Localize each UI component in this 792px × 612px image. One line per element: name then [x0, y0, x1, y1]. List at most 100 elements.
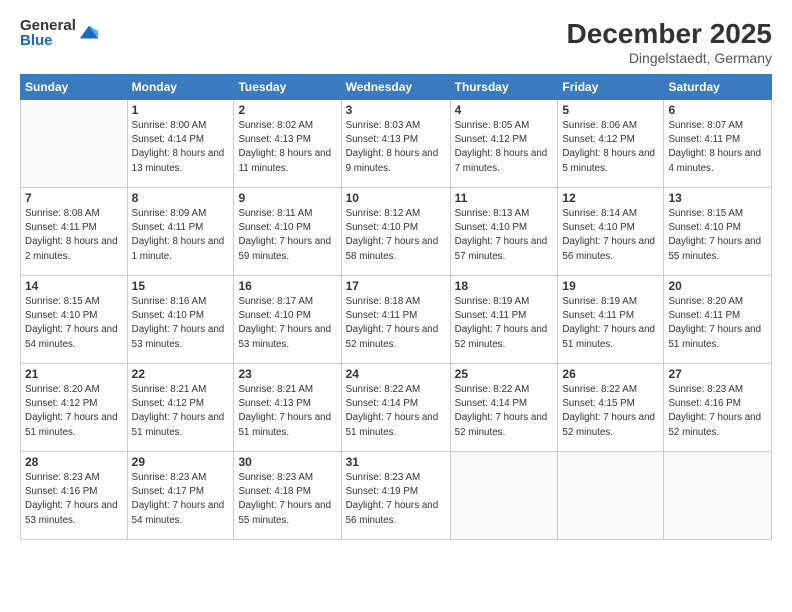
cell-info: Sunrise: 8:07 AM Sunset: 4:11 PM Dayligh…: [668, 119, 767, 176]
day-number: 6: [668, 103, 767, 117]
cell-info: Sunrise: 8:05 AM Sunset: 4:12 PM Dayligh…: [455, 119, 554, 176]
cell-info: Sunrise: 8:22 AM Sunset: 4:14 PM Dayligh…: [346, 383, 446, 440]
day-number: 10: [346, 191, 446, 205]
table-row: [21, 100, 128, 188]
day-number: 2: [238, 103, 336, 117]
header: General Blue December 2025 Dingelstaedt,…: [20, 18, 772, 66]
table-row: 20Sunrise: 8:20 AM Sunset: 4:11 PM Dayli…: [664, 276, 772, 364]
day-number: 30: [238, 455, 336, 469]
cell-info: Sunrise: 8:17 AM Sunset: 4:10 PM Dayligh…: [238, 295, 336, 352]
calendar-week-row: 21Sunrise: 8:20 AM Sunset: 4:12 PM Dayli…: [21, 364, 772, 452]
table-row: [450, 452, 558, 540]
day-number: 4: [455, 103, 554, 117]
table-row: 15Sunrise: 8:16 AM Sunset: 4:10 PM Dayli…: [127, 276, 234, 364]
cell-info: Sunrise: 8:23 AM Sunset: 4:19 PM Dayligh…: [346, 471, 446, 528]
table-row: 4 Sunrise: 8:05 AM Sunset: 4:12 PM Daylig…: [450, 100, 558, 188]
cell-info: Sunrise: 8:23 AM Sunset: 4:16 PM Dayligh…: [25, 471, 123, 528]
table-row: 5 Sunrise: 8:06 AM Sunset: 4:12 PM Daylig…: [558, 100, 664, 188]
table-row: 28 Sunrise: 8:23 AM Sunset: 4:16 PM Dayli…: [21, 452, 128, 540]
calendar-body: 1Sunrise: 8:00 AM Sunset: 4:14 PM Daylig…: [21, 100, 772, 540]
table-row: 6 Sunrise: 8:07 AM Sunset: 4:11 PM Daylig…: [664, 100, 772, 188]
table-row: 24 Sunrise: 8:22 AM Sunset: 4:14 PM Dayli…: [341, 364, 450, 452]
table-row: 8 Sunrise: 8:09 AM Sunset: 4:11 PM Daylig…: [127, 188, 234, 276]
table-row: 23Sunrise: 8:21 AM Sunset: 4:13 PM Dayli…: [234, 364, 341, 452]
logo-blue: Blue: [20, 33, 76, 48]
cell-info: Sunrise: 8:03 AM Sunset: 4:13 PM Dayligh…: [346, 119, 446, 176]
cell-info: Sunrise: 8:09 AM Sunset: 4:11 PM Dayligh…: [132, 207, 230, 264]
day-number: 24: [346, 367, 446, 381]
day-number: 16: [238, 279, 336, 293]
cell-info: Sunrise: 8:18 AM Sunset: 4:11 PM Dayligh…: [346, 295, 446, 352]
day-number: 22: [132, 367, 230, 381]
cell-info: Sunrise: 8:02 AM Sunset: 4:13 PM Dayligh…: [238, 119, 336, 176]
day-number: 8: [132, 191, 230, 205]
col-sunday: Sunday: [21, 75, 128, 100]
table-row: 12 Sunrise: 8:14 AM Sunset: 4:10 PM Dayli…: [558, 188, 664, 276]
table-row: 31 Sunrise: 8:23 AM Sunset: 4:19 PM Dayli…: [341, 452, 450, 540]
cell-info: Sunrise: 8:12 AM Sunset: 4:10 PM Dayligh…: [346, 207, 446, 264]
calendar-week-row: 1Sunrise: 8:00 AM Sunset: 4:14 PM Daylig…: [21, 100, 772, 188]
cell-info: Sunrise: 8:13 AM Sunset: 4:10 PM Dayligh…: [455, 207, 554, 264]
table-row: [664, 452, 772, 540]
day-number: 9: [238, 191, 336, 205]
day-number: 17: [346, 279, 446, 293]
table-row: 2 Sunrise: 8:02 AM Sunset: 4:13 PM Daylig…: [234, 100, 341, 188]
table-row: 30 Sunrise: 8:23 AM Sunset: 4:18 PM Dayli…: [234, 452, 341, 540]
cell-info: Sunrise: 8:23 AM Sunset: 4:18 PM Dayligh…: [238, 471, 336, 528]
day-number: 31: [346, 455, 446, 469]
month-year-title: December 2025: [567, 18, 772, 50]
logo: General Blue: [20, 18, 100, 48]
cell-info: Sunrise: 8:19 AM Sunset: 4:11 PM Dayligh…: [455, 295, 554, 352]
table-row: 13Sunrise: 8:15 AM Sunset: 4:10 PM Dayli…: [664, 188, 772, 276]
day-number: 1: [132, 103, 230, 117]
day-number: 19: [562, 279, 659, 293]
day-number: 27: [668, 367, 767, 381]
cell-info: Sunrise: 8:20 AM Sunset: 4:12 PM Dayligh…: [25, 383, 123, 440]
col-monday: Monday: [127, 75, 234, 100]
day-number: 26: [562, 367, 659, 381]
cell-info: Sunrise: 8:22 AM Sunset: 4:15 PM Dayligh…: [562, 383, 659, 440]
table-row: 18 Sunrise: 8:19 AM Sunset: 4:11 PM Dayli…: [450, 276, 558, 364]
table-row: 7Sunrise: 8:08 AM Sunset: 4:11 PM Daylig…: [21, 188, 128, 276]
cell-info: Sunrise: 8:19 AM Sunset: 4:11 PM Dayligh…: [562, 295, 659, 352]
table-row: 29Sunrise: 8:23 AM Sunset: 4:17 PM Dayli…: [127, 452, 234, 540]
table-row: 9 Sunrise: 8:11 AM Sunset: 4:10 PM Daylig…: [234, 188, 341, 276]
cell-info: Sunrise: 8:11 AM Sunset: 4:10 PM Dayligh…: [238, 207, 336, 264]
col-thursday: Thursday: [450, 75, 558, 100]
calendar-week-row: 7Sunrise: 8:08 AM Sunset: 4:11 PM Daylig…: [21, 188, 772, 276]
table-row: 14Sunrise: 8:15 AM Sunset: 4:10 PM Dayli…: [21, 276, 128, 364]
day-number: 18: [455, 279, 554, 293]
table-row: 1Sunrise: 8:00 AM Sunset: 4:14 PM Daylig…: [127, 100, 234, 188]
table-row: 19 Sunrise: 8:19 AM Sunset: 4:11 PM Dayli…: [558, 276, 664, 364]
table-row: 16 Sunrise: 8:17 AM Sunset: 4:10 PM Dayli…: [234, 276, 341, 364]
cell-info: Sunrise: 8:23 AM Sunset: 4:16 PM Dayligh…: [668, 383, 767, 440]
day-number: 12: [562, 191, 659, 205]
table-row: 11 Sunrise: 8:13 AM Sunset: 4:10 PM Dayli…: [450, 188, 558, 276]
day-number: 3: [346, 103, 446, 117]
cell-info: Sunrise: 8:21 AM Sunset: 4:13 PM Dayligh…: [238, 383, 336, 440]
cell-info: Sunrise: 8:14 AM Sunset: 4:10 PM Dayligh…: [562, 207, 659, 264]
day-number: 13: [668, 191, 767, 205]
calendar: Sunday Monday Tuesday Wednesday Thursday…: [20, 74, 772, 540]
day-number: 28: [25, 455, 123, 469]
col-wednesday: Wednesday: [341, 75, 450, 100]
title-block: December 2025 Dingelstaedt, Germany: [567, 18, 772, 66]
day-number: 5: [562, 103, 659, 117]
cell-info: Sunrise: 8:21 AM Sunset: 4:12 PM Dayligh…: [132, 383, 230, 440]
table-row: 21Sunrise: 8:20 AM Sunset: 4:12 PM Dayli…: [21, 364, 128, 452]
day-number: 11: [455, 191, 554, 205]
table-row: 22 Sunrise: 8:21 AM Sunset: 4:12 PM Dayli…: [127, 364, 234, 452]
col-tuesday: Tuesday: [234, 75, 341, 100]
table-row: 27 Sunrise: 8:23 AM Sunset: 4:16 PM Dayli…: [664, 364, 772, 452]
cell-info: Sunrise: 8:06 AM Sunset: 4:12 PM Dayligh…: [562, 119, 659, 176]
table-row: 17 Sunrise: 8:18 AM Sunset: 4:11 PM Dayli…: [341, 276, 450, 364]
calendar-header-row: Sunday Monday Tuesday Wednesday Thursday…: [21, 75, 772, 100]
table-row: 25Sunrise: 8:22 AM Sunset: 4:14 PM Dayli…: [450, 364, 558, 452]
logo-icon: [78, 22, 100, 44]
col-saturday: Saturday: [664, 75, 772, 100]
cell-info: Sunrise: 8:20 AM Sunset: 4:11 PM Dayligh…: [668, 295, 767, 352]
day-number: 29: [132, 455, 230, 469]
cell-info: Sunrise: 8:15 AM Sunset: 4:10 PM Dayligh…: [25, 295, 123, 352]
day-number: 25: [455, 367, 554, 381]
table-row: [558, 452, 664, 540]
